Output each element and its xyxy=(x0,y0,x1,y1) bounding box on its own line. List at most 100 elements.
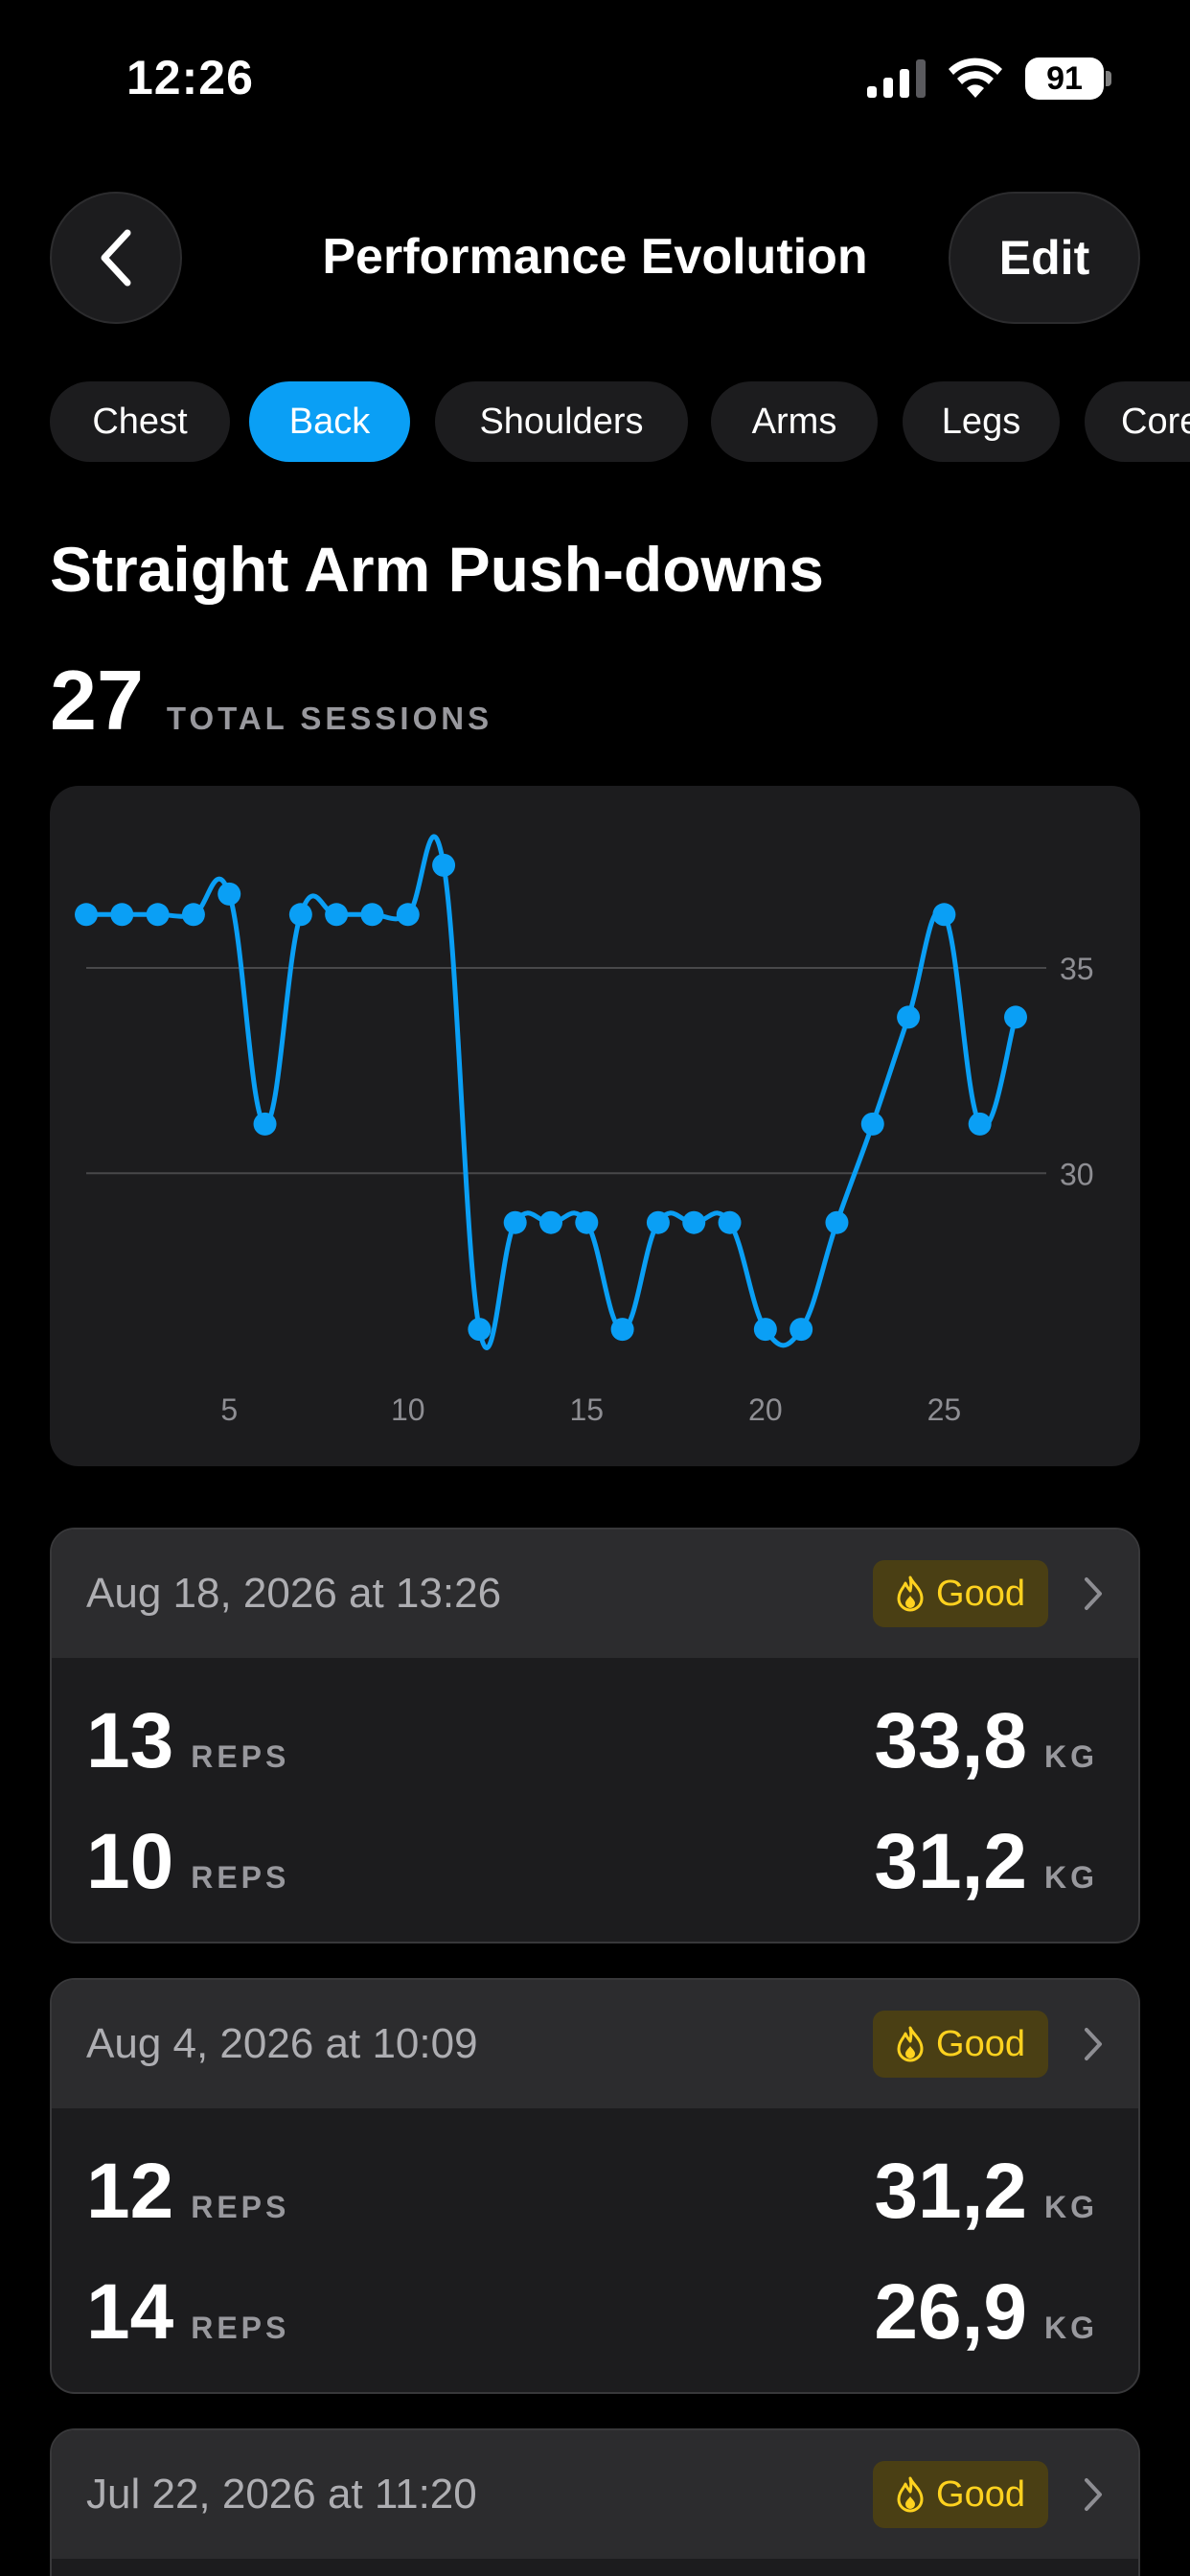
session-header[interactable]: Aug 4, 2026 at 10:09 Good xyxy=(52,1980,1138,2108)
session-date: Aug 4, 2026 at 10:09 xyxy=(86,2020,478,2067)
chip-core[interactable]: Core xyxy=(1085,381,1190,462)
data-point[interactable] xyxy=(253,1112,277,1136)
data-point[interactable] xyxy=(288,903,312,927)
data-point[interactable] xyxy=(468,1318,492,1342)
session-date: Jul 22, 2026 at 11:20 xyxy=(86,2471,477,2518)
weight-unit: KG xyxy=(1044,1860,1098,1895)
weight-value: 31,2 xyxy=(874,2148,1027,2235)
status-time: 12:26 xyxy=(126,51,254,104)
weight-unit: KG xyxy=(1044,2311,1098,2345)
reps-unit: REPS xyxy=(191,2190,290,2224)
weight-value: 31,2 xyxy=(874,1818,1027,1905)
weight-unit: KG xyxy=(1044,2190,1098,2224)
x-tick-label: 20 xyxy=(748,1392,783,1427)
data-point[interactable] xyxy=(432,853,456,877)
data-point[interactable] xyxy=(610,1318,634,1342)
set-row: 12 REPS 31,2 KG xyxy=(52,2122,1138,2242)
set-row: 13 REPS 33,8 KG xyxy=(52,1671,1138,1792)
screen: 12:26 91 Performance Evolution Edit Ches… xyxy=(0,0,1190,2576)
data-point[interactable] xyxy=(646,1210,670,1234)
data-point[interactable] xyxy=(718,1210,742,1234)
data-point[interactable] xyxy=(503,1210,527,1234)
weight-unit: KG xyxy=(1044,1739,1098,1774)
chip-chest[interactable]: Chest xyxy=(50,381,230,462)
set-row: 14 REPS 26,9 KG xyxy=(52,2242,1138,2363)
rating-badge: Good xyxy=(873,2461,1048,2528)
chart-svg: 30 35 5 10 15 20 25 xyxy=(75,834,1094,1427)
data-point[interactable] xyxy=(897,1005,921,1029)
weight-value: 26,9 xyxy=(874,2268,1027,2356)
edit-button[interactable]: Edit xyxy=(949,192,1140,324)
rating-badge: Good xyxy=(873,1560,1048,1627)
data-point[interactable] xyxy=(110,903,134,927)
back-button[interactable] xyxy=(50,192,182,324)
x-tick-label: 15 xyxy=(570,1392,605,1427)
battery-icon: 91 xyxy=(1025,58,1111,100)
reps-unit: REPS xyxy=(191,1739,290,1774)
chip-back[interactable]: Back xyxy=(249,381,410,462)
battery-level: 91 xyxy=(1046,60,1083,97)
total-sessions-label: TOTAL SESSIONS xyxy=(166,701,493,736)
data-point[interactable] xyxy=(217,882,241,906)
total-sessions: 27 TOTAL SESSIONS xyxy=(50,652,492,749)
x-tick-label: 5 xyxy=(220,1392,238,1427)
reps-value: 14 xyxy=(86,2268,174,2356)
data-point[interactable] xyxy=(181,903,205,927)
data-point[interactable] xyxy=(682,1210,706,1234)
flame-icon xyxy=(897,1576,924,1612)
data-point[interactable] xyxy=(325,903,349,927)
flame-icon xyxy=(897,2026,924,2062)
rating-label: Good xyxy=(936,2473,1025,2515)
session-date: Aug 18, 2026 at 13:26 xyxy=(86,1570,502,1617)
chip-legs[interactable]: Legs xyxy=(903,381,1060,462)
data-point[interactable] xyxy=(968,1112,992,1136)
chevron-right-icon xyxy=(1085,1577,1102,1610)
weight-value: 33,8 xyxy=(874,1697,1027,1784)
cellular-signal-icon xyxy=(867,59,926,98)
exercise-title: Straight Arm Push-downs xyxy=(50,534,824,605)
data-point[interactable] xyxy=(825,1210,849,1234)
reps-value: 10 xyxy=(86,1818,174,1905)
data-point[interactable] xyxy=(539,1210,562,1234)
chip-shoulders[interactable]: Shoulders xyxy=(435,381,688,462)
reps-unit: REPS xyxy=(191,1860,290,1895)
data-point[interactable] xyxy=(860,1112,884,1136)
data-point[interactable] xyxy=(75,903,98,927)
session-card[interactable]: Jul 22, 2026 at 11:20 Good xyxy=(50,2428,1140,2576)
reps-value: 12 xyxy=(86,2148,174,2235)
series-line xyxy=(85,834,1018,1350)
rating-badge: Good xyxy=(873,2011,1048,2078)
data-point[interactable] xyxy=(790,1318,813,1342)
session-header[interactable]: Aug 18, 2026 at 13:26 Good xyxy=(52,1530,1138,1658)
y-tick-label: 35 xyxy=(1060,952,1094,986)
data-point[interactable] xyxy=(396,903,420,927)
total-sessions-count: 27 xyxy=(50,653,144,748)
x-tick-label: 10 xyxy=(391,1392,425,1427)
reps-unit: REPS xyxy=(191,2311,290,2345)
rating-label: Good xyxy=(936,2023,1025,2064)
session-card[interactable]: Aug 18, 2026 at 13:26 Good 13 REPS 33,8 KG… xyxy=(50,1528,1140,1944)
data-point[interactable] xyxy=(146,903,170,927)
data-point[interactable] xyxy=(932,903,956,927)
session-header[interactable]: Jul 22, 2026 at 11:20 Good xyxy=(52,2430,1138,2559)
data-point[interactable] xyxy=(360,903,384,927)
data-point[interactable] xyxy=(1004,1005,1027,1029)
flame-icon xyxy=(897,2476,924,2513)
chevron-left-icon xyxy=(101,229,131,287)
chevron-right-icon xyxy=(1085,2478,1102,2511)
data-point[interactable] xyxy=(575,1210,599,1234)
chip-arms[interactable]: Arms xyxy=(711,381,878,462)
set-row: 10 REPS 31,2 KG xyxy=(52,1792,1138,1913)
category-chips: Chest Back Shoulders Arms Legs Core xyxy=(50,381,1190,462)
rating-label: Good xyxy=(936,1573,1025,1614)
x-tick-label: 25 xyxy=(927,1392,962,1427)
status-bar: 12:26 91 xyxy=(0,0,1190,153)
y-tick-label: 30 xyxy=(1060,1157,1094,1191)
page-title: Performance Evolution xyxy=(322,229,868,285)
wifi-icon xyxy=(949,58,1002,98)
data-point[interactable] xyxy=(753,1318,777,1342)
reps-value: 13 xyxy=(86,1697,174,1784)
session-card[interactable]: Aug 4, 2026 at 10:09 Good 12 REPS 31,2 KG … xyxy=(50,1978,1140,2394)
performance-chart: 30 35 5 10 15 20 25 xyxy=(50,786,1140,1466)
chevron-right-icon xyxy=(1085,2028,1102,2060)
